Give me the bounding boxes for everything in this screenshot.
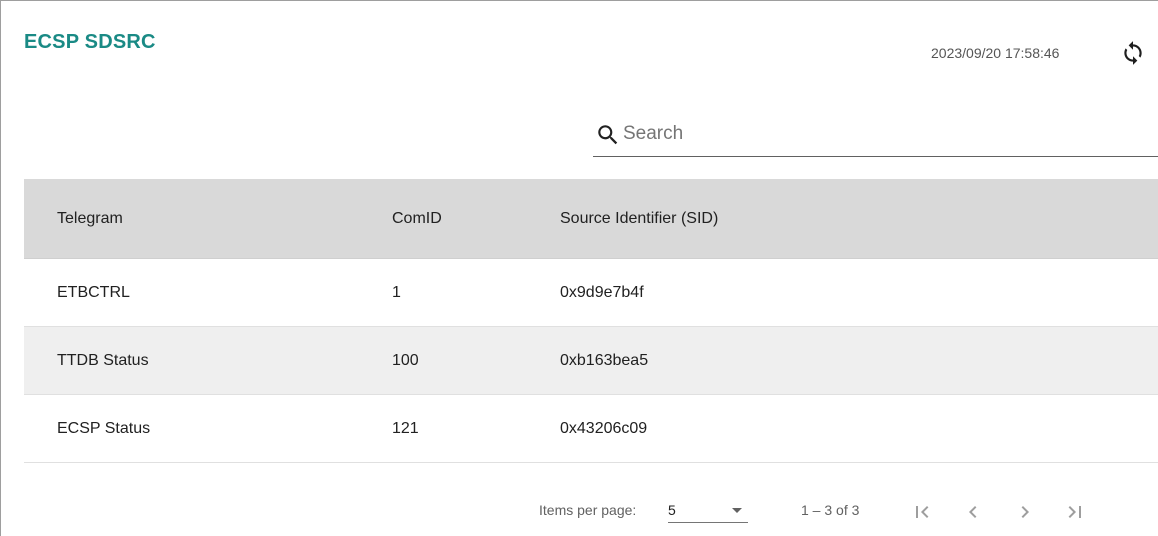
cell-comid: 100: [392, 351, 419, 369]
first-page-icon: [916, 506, 929, 518]
cell-sid: 0x9d9e7b4f: [560, 283, 644, 301]
last-page-icon: [1068, 506, 1081, 518]
items-per-page-label: Items per page:: [539, 502, 637, 518]
cell-comid: 1: [392, 283, 401, 301]
page-title: ECSP SDSRC: [24, 31, 156, 53]
next-page-button[interactable]: [1010, 497, 1040, 527]
cell-telegram: ECSP Status: [57, 419, 151, 437]
items-per-page-value: 5: [668, 502, 676, 518]
column-header-sid[interactable]: Source Identifier (SID): [560, 179, 718, 258]
cell-comid: 121: [392, 419, 419, 437]
table-row[interactable]: ETBCTRL 1 0x9d9e7b4f: [24, 259, 1158, 327]
next-page-icon: [1021, 506, 1029, 518]
search-field[interactable]: [593, 114, 1158, 157]
last-page-button[interactable]: [1060, 497, 1090, 527]
previous-page-button[interactable]: [958, 497, 988, 527]
table-header-row: Telegram ComID Source Identifier (SID): [24, 179, 1158, 259]
refresh-icon: [1124, 41, 1142, 65]
cell-sid: 0xb163bea5: [560, 351, 649, 369]
items-per-page-select[interactable]: 5: [668, 498, 748, 523]
cell-telegram: ETBCTRL: [57, 283, 130, 301]
cell-sid: 0x43206c09: [560, 419, 648, 437]
cell-telegram: TTDB Status: [57, 351, 149, 369]
paginator: Items per page: 5 1 – 3 of 3: [1, 491, 1158, 531]
column-header-telegram[interactable]: Telegram: [57, 179, 123, 258]
last-updated-timestamp: 2023/09/20 17:58:46: [931, 45, 1060, 61]
column-header-comid[interactable]: ComID: [392, 179, 442, 258]
search-input[interactable]: [623, 119, 1143, 149]
sid-table: Telegram ComID Source Identifier (SID) E…: [24, 179, 1158, 463]
table-row[interactable]: ECSP Status 121 0x43206c09: [24, 395, 1158, 463]
first-page-button[interactable]: [907, 497, 937, 527]
dropdown-arrow-icon: [732, 508, 742, 513]
refresh-button[interactable]: [1118, 38, 1148, 68]
search-icon: [598, 125, 618, 145]
sdsrc-card: ECSP SDSRC 2023/09/20 17:58:46 Telegram …: [0, 0, 1158, 536]
table-row[interactable]: TTDB Status 100 0xb163bea5: [24, 327, 1158, 395]
page-range-label: 1 – 3 of 3: [801, 502, 860, 518]
previous-page-icon: [969, 506, 977, 518]
